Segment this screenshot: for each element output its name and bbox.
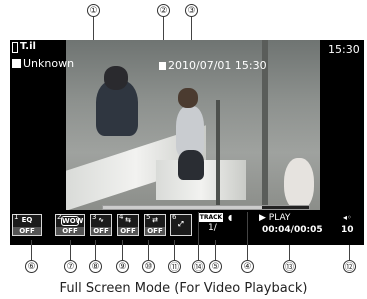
progress-fill [103, 206, 262, 209]
track-number: 1/ [208, 223, 217, 233]
child-right [176, 106, 204, 156]
callout-9: ⑨ [116, 260, 129, 273]
effect-3-icon: ∿ [98, 216, 104, 224]
callout-7-leader [70, 240, 71, 260]
recorded-datetime: 2010/07/01 15:30 [168, 59, 267, 72]
track-label: TRACK [199, 214, 223, 221]
wow-label: WOW [61, 216, 84, 226]
lock-icon: ◖ [228, 213, 233, 222]
effect-4-value: OFF [118, 227, 138, 235]
effect-button-5[interactable]: 5 ⇄ OFF [144, 213, 166, 236]
callout-5-leader [215, 240, 216, 260]
callout-13-leader [289, 245, 290, 260]
figure-caption: Full Screen Mode (For Video Playback) [59, 281, 308, 296]
callout-10: ⑩ [142, 260, 155, 273]
callout-8: ⑧ [89, 260, 102, 273]
callout-9-leader [122, 240, 123, 260]
callout-2: ② [157, 4, 170, 17]
callout-4-leader [247, 212, 248, 260]
callout-6: ⑥ [25, 260, 38, 273]
callout-14-leader [198, 212, 199, 260]
clock: 15:30 [328, 43, 360, 56]
eq-value: OFF [13, 227, 41, 235]
elapsed-time: 00:04/00:05 [262, 225, 323, 235]
signal-icon: T.il [20, 41, 36, 52]
control-bar: 1 EQ OFF 2 WOW OFF 3 ∿ OFF 4 ⇆ OFF 5 ⇄ O… [10, 205, 364, 245]
bystander [284, 158, 314, 210]
callout-8-leader [95, 240, 96, 260]
screen-mode-button[interactable]: 6 ⤢ [170, 213, 192, 236]
user-icon [12, 59, 21, 68]
track-badge: TRACK [199, 213, 223, 222]
callout-1: ① [87, 4, 100, 17]
volume-icon: ◂◦ [343, 213, 352, 222]
callout-10-leader [148, 240, 149, 260]
wow-value: OFF [56, 227, 84, 235]
volume-level: 10 [341, 225, 354, 235]
screen-mode-icon: ⤢ [178, 220, 184, 228]
callout-7: ⑦ [64, 260, 77, 273]
effect-button-3[interactable]: 3 ∿ OFF [90, 213, 112, 236]
wow-button[interactable]: 2 WOW OFF [55, 213, 85, 236]
battery-icon [12, 42, 18, 53]
eq-label: EQ [21, 216, 33, 224]
play-icon: ▶ [259, 213, 266, 223]
play-state-label: PLAY [268, 213, 291, 223]
file-title: Unknown [23, 57, 75, 70]
callout-14: ⑭ [192, 260, 205, 273]
callout-5: ⑤ [209, 260, 222, 273]
callout-13: ⑬ [283, 260, 296, 273]
phone-screen: T.il 15:30 Unknown 2010/07/01 15:30 1 EQ… [10, 40, 364, 245]
effect-5-value: OFF [145, 227, 165, 235]
eq-button[interactable]: 1 EQ OFF [12, 213, 42, 236]
play-state: ▶ PLAY [259, 213, 290, 223]
callout-11: ⑪ [168, 260, 181, 273]
effect-5-icon: ⇄ [152, 216, 158, 224]
callout-6-leader [31, 240, 32, 260]
calendar-icon [159, 62, 166, 70]
total-value: 00:05 [293, 225, 323, 235]
effect-button-4[interactable]: 4 ⇆ OFF [117, 213, 139, 236]
child-left-head [104, 66, 128, 90]
callout-3: ③ [185, 4, 198, 17]
effect-3-value: OFF [91, 227, 111, 235]
callout-12-leader [349, 245, 350, 260]
callout-12: ⑫ [343, 260, 356, 273]
elapsed-value: 00:04 [262, 225, 291, 235]
callout-11-leader [174, 240, 175, 260]
child-right-head [178, 88, 198, 108]
effect-4-icon: ⇆ [125, 216, 131, 224]
callout-4: ④ [241, 260, 254, 273]
slide-rail [216, 100, 220, 210]
progress-track[interactable] [102, 205, 310, 210]
child-right-legs [178, 150, 204, 180]
